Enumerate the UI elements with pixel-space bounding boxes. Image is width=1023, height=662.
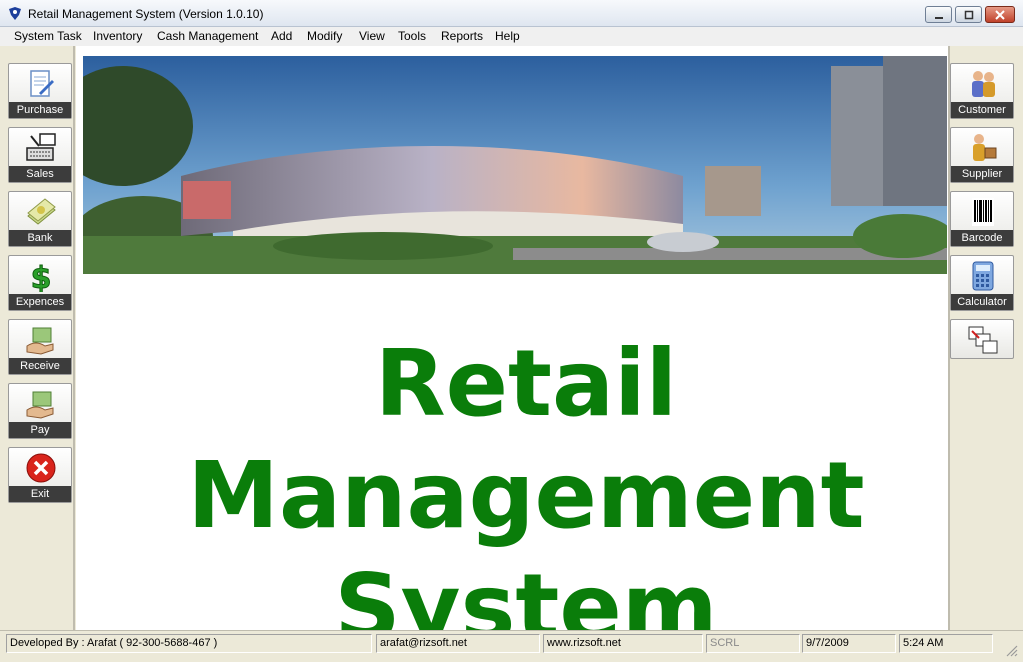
pay-button[interactable]: Pay	[8, 383, 72, 439]
menu-cash-management[interactable]: Cash Management	[157, 29, 258, 43]
app-icon	[9, 7, 21, 20]
main-content: Retail Management System	[76, 46, 948, 661]
left-toolbar: Purchase Sales Bank $ Expences Receive P…	[0, 46, 75, 630]
supplier-label: Supplier	[951, 166, 1013, 182]
developer-info: Developed By : Arafat ( 92-300-5688-467 …	[6, 634, 372, 653]
app-splash-title: Retail Management System	[76, 328, 976, 662]
minimize-icon	[934, 16, 943, 19]
hand-money-icon	[26, 391, 54, 419]
menu-inventory[interactable]: Inventory	[93, 29, 142, 43]
barcode-button[interactable]: Barcode	[950, 191, 1014, 247]
dollar-sign-icon: $	[30, 261, 52, 293]
red-x-icon	[26, 453, 56, 483]
keyboard-monitor-icon	[26, 133, 56, 161]
menu-system-task[interactable]: System Task	[14, 29, 82, 43]
minimize-button[interactable]	[925, 6, 952, 23]
purchase-label: Purchase	[9, 102, 71, 118]
menu-view[interactable]: View	[359, 29, 385, 43]
receive-button[interactable]: Receive	[8, 319, 72, 375]
exit-button[interactable]: Exit	[8, 447, 72, 503]
windows-cascade-icon	[968, 326, 998, 354]
svg-text:$: $	[31, 261, 52, 292]
sales-label: Sales	[9, 166, 71, 182]
cascade-windows-button[interactable]	[950, 319, 1014, 359]
receive-label: Receive	[9, 358, 71, 374]
scroll-lock-indicator: SCRL	[706, 634, 800, 653]
purchase-button[interactable]: Purchase	[8, 63, 72, 119]
splash-title-line: Management	[187, 442, 865, 549]
people-icon	[972, 71, 995, 97]
person-box-icon	[973, 134, 997, 161]
maximize-button[interactable]	[955, 6, 982, 23]
menu-add[interactable]: Add	[271, 29, 292, 43]
bank-button[interactable]: Bank	[8, 191, 72, 247]
expences-button[interactable]: $ Expences	[8, 255, 72, 311]
restore-icon	[964, 10, 973, 19]
menu-modify[interactable]: Modify	[307, 29, 342, 43]
barcode-icon	[972, 198, 994, 226]
exit-label: Exit	[9, 486, 71, 502]
window-title: Retail Management System (Version 1.0.10…	[28, 7, 264, 21]
menu-bar: System Task Inventory Cash Management Ad…	[0, 27, 1023, 46]
customer-label: Customer	[951, 102, 1013, 118]
close-icon	[995, 9, 1005, 20]
sales-button[interactable]: Sales	[8, 127, 72, 183]
email-panel: arafat@rizsoft.net	[376, 634, 540, 653]
mall-photo	[83, 56, 947, 274]
title-bar[interactable]: Retail Management System (Version 1.0.10…	[0, 0, 1023, 27]
mall-banner-image	[83, 56, 947, 274]
menu-tools[interactable]: Tools	[398, 29, 426, 43]
money-stack-icon	[27, 198, 56, 225]
barcode-label: Barcode	[951, 230, 1013, 246]
calculator-label: Calculator	[951, 294, 1013, 310]
close-button[interactable]	[985, 6, 1015, 23]
pay-label: Pay	[9, 422, 71, 438]
time-panel: 5:24 AM	[899, 634, 993, 653]
supplier-button[interactable]: Supplier	[950, 127, 1014, 183]
document-pen-icon	[30, 70, 54, 97]
customer-button[interactable]: Customer	[950, 63, 1014, 119]
app-window: Retail Management System (Version 1.0.10…	[0, 0, 1023, 662]
hand-money-icon	[26, 327, 54, 355]
menu-help[interactable]: Help	[495, 29, 520, 43]
resize-grip-icon[interactable]	[1004, 643, 1018, 657]
splash-title-line: Retail	[374, 330, 678, 437]
bank-label: Bank	[9, 230, 71, 246]
status-bar: Developed By : Arafat ( 92-300-5688-467 …	[0, 630, 1023, 662]
calculator-icon	[972, 261, 994, 291]
date-panel: 9/7/2009	[802, 634, 896, 653]
expences-label: Expences	[9, 294, 71, 310]
menu-reports[interactable]: Reports	[441, 29, 483, 43]
right-toolbar: Customer Supplier Barcode Calculator	[948, 46, 1023, 630]
website-panel: www.rizsoft.net	[543, 634, 703, 653]
calculator-button[interactable]: Calculator	[950, 255, 1014, 311]
